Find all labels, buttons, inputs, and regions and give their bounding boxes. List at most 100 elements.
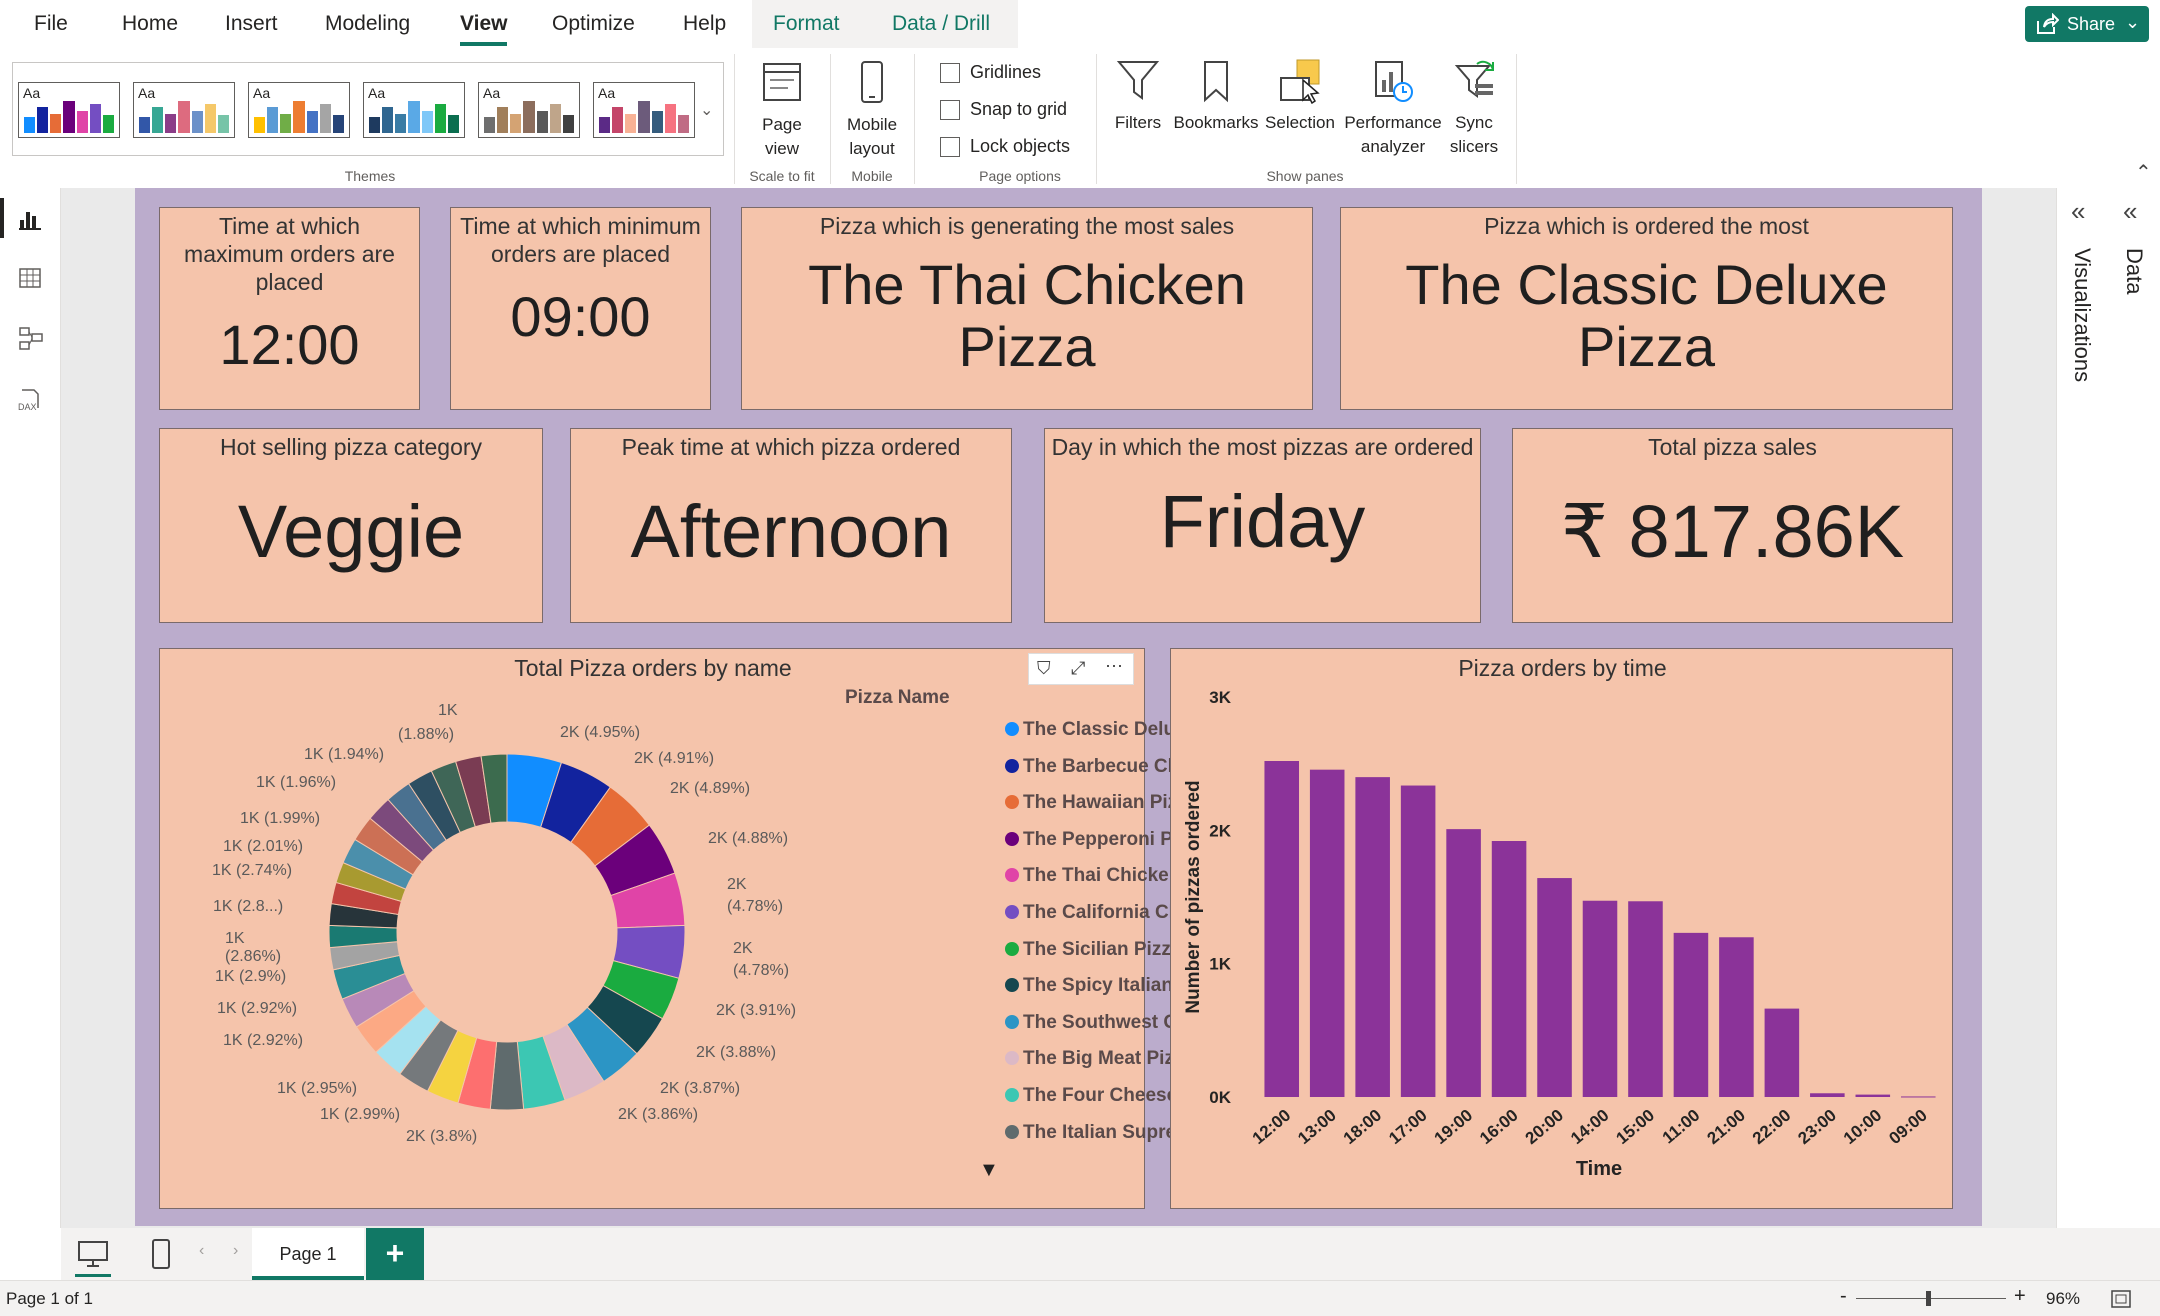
donut-data-label: 2K (4.95%)	[560, 724, 641, 741]
menu-home[interactable]: Home	[122, 12, 178, 36]
scroll-right-icon[interactable]: ›	[233, 1242, 238, 1260]
gridlines-checkbox[interactable]: Gridlines	[940, 62, 1041, 84]
theme-swatch	[536, 110, 548, 133]
card-most-ordered-pizza[interactable]: Pizza which is ordered the most The Clas…	[1340, 207, 1953, 410]
card-total-sales[interactable]: Total pizza sales ₹ 817.86K	[1512, 428, 1953, 623]
menu-file[interactable]: File	[34, 12, 68, 36]
theme-thumbnail[interactable]: Aa	[18, 82, 120, 138]
donut-data-label: 2K	[733, 940, 753, 957]
bar[interactable]	[1764, 1008, 1800, 1097]
page-tab-1[interactable]: Page 1	[252, 1228, 364, 1280]
bar[interactable]	[1309, 769, 1345, 1097]
filters-button[interactable]: Filters	[1110, 58, 1166, 135]
sync-slicers-button[interactable]: Sync slicers	[1446, 58, 1502, 159]
bar[interactable]	[1582, 900, 1618, 1097]
page-view-button[interactable]: Page view	[752, 60, 812, 161]
theme-thumbnail[interactable]: Aa	[248, 82, 350, 138]
menu-optimize[interactable]: Optimize	[552, 12, 635, 36]
data-pane-tab[interactable]: Data	[2121, 248, 2147, 294]
legend-label: The Big Meat Pizza	[1023, 1048, 1195, 1070]
card-title: Total pizza sales	[1648, 434, 1817, 460]
theme-thumbnail[interactable]: Aa	[133, 82, 235, 138]
theme-thumbnail[interactable]: Aa	[593, 82, 695, 138]
card-min-orders-time[interactable]: Time at which minimum orders are placed …	[450, 207, 711, 410]
card-hot-category[interactable]: Hot selling pizza category Veggie	[159, 428, 543, 623]
fit-to-page-icon[interactable]	[2110, 1289, 2132, 1309]
bar[interactable]	[1264, 761, 1300, 1097]
bar[interactable]	[1628, 901, 1663, 1097]
share-button[interactable]: Share ⌄	[2025, 6, 2149, 42]
table-view-icon[interactable]	[18, 266, 42, 290]
bar[interactable]	[1355, 777, 1390, 1097]
collapse-ribbon-icon[interactable]: ⌃	[2135, 160, 2152, 185]
sync-slicers-icon	[1454, 60, 1494, 98]
donut-data-label: 2K (4.91%)	[634, 750, 715, 767]
legend-dot	[1005, 831, 1019, 846]
bar[interactable]	[1673, 932, 1709, 1097]
legend-dot	[1005, 1124, 1019, 1139]
donut-chart-svg	[328, 753, 686, 1111]
mobile-layout-button[interactable]: Mobile layout	[840, 60, 904, 161]
card-most-sales-pizza[interactable]: Pizza which is generating the most sales…	[741, 207, 1313, 410]
card-max-orders-time[interactable]: Time at which maximum orders are placed …	[159, 207, 420, 410]
lock-objects-checkbox[interactable]: Lock objects	[940, 136, 1070, 158]
desktop-layout-icon[interactable]	[77, 1240, 109, 1268]
expand-visualizations-icon[interactable]: «	[2071, 196, 2085, 227]
add-page-button[interactable]: +	[366, 1228, 424, 1280]
visualizations-pane-tab[interactable]: Visualizations	[2069, 248, 2095, 382]
card-value: 12:00	[219, 313, 360, 376]
menu-modeling[interactable]: Modeling	[325, 12, 410, 36]
legend-dot	[1005, 868, 1019, 883]
donut-data-label: 1K (2.92%)	[223, 1032, 304, 1049]
bar[interactable]	[1491, 841, 1527, 1097]
selection-button[interactable]: Selection	[1262, 58, 1338, 135]
gallery-expand-icon[interactable]: ⌄	[700, 100, 713, 120]
donut-data-label: 1K	[225, 930, 245, 947]
theme-swatch	[369, 117, 381, 133]
dax-query-view-icon[interactable]: DAX	[16, 386, 44, 414]
bar-chart-visual[interactable]: Pizza orders by time 0K 1K 2K 3K 12:00 13:00 1…	[1170, 648, 1953, 1209]
donut-data-label: 2K (3.86%)	[618, 1106, 699, 1123]
bar[interactable]	[1537, 878, 1572, 1097]
menu-help[interactable]: Help	[683, 12, 726, 36]
x-tick-label: 22:00	[1749, 1106, 1795, 1149]
bookmarks-button[interactable]: Bookmarks	[1170, 58, 1262, 135]
zoom-slider-thumb[interactable]	[1926, 1291, 1931, 1306]
zoom-slider-track[interactable]	[1856, 1298, 2006, 1299]
zoom-out-button[interactable]: -	[1840, 1285, 1847, 1308]
bar[interactable]	[1810, 1093, 1845, 1097]
card-top-day[interactable]: Day in which the most pizzas are ordered…	[1044, 428, 1481, 623]
bar[interactable]	[1400, 785, 1436, 1097]
legend-scroll-down-icon[interactable]: ▼	[979, 1159, 999, 1182]
card-peak-time[interactable]: Peak time at which pizza ordered Afterno…	[570, 428, 1012, 623]
theme-swatch	[612, 107, 624, 133]
menu-format[interactable]: Format	[773, 12, 840, 36]
legend-item[interactable]: The Big Meat Pizza	[1005, 1048, 1194, 1070]
donut-chart-visual[interactable]: Total Pizza orders by name ⛉ ⤢ ⋯ Pizza N…	[159, 648, 1282, 1209]
theme-thumbnail[interactable]: Aa	[363, 82, 465, 138]
menu-data-drill[interactable]: Data / Drill	[892, 12, 990, 36]
donut-data-label: 1K (2.74%)	[212, 862, 293, 879]
legend-item[interactable]: The Sicilian Pizza	[1005, 939, 1181, 961]
report-view-icon[interactable]	[18, 206, 42, 230]
mobile-layout-icon[interactable]	[151, 1238, 171, 1270]
bar[interactable]	[1855, 1094, 1891, 1097]
x-tick-label: 11:00	[1659, 1106, 1704, 1148]
zoom-in-button[interactable]: +	[2014, 1285, 2026, 1308]
card-title: Hot selling pizza category	[219, 434, 483, 460]
model-view-icon[interactable]	[18, 326, 44, 352]
theme-thumbnail[interactable]: Aa	[478, 82, 580, 138]
bar[interactable]	[1446, 829, 1481, 1097]
menu-insert[interactable]: Insert	[225, 12, 278, 36]
bar[interactable]	[1900, 1096, 1936, 1098]
donut-data-label: 2K (3.91%)	[716, 1002, 797, 1019]
menu-view[interactable]: View	[460, 12, 508, 46]
scroll-left-icon[interactable]: ‹	[199, 1242, 204, 1260]
performance-analyzer-button[interactable]: Performance analyzer	[1338, 58, 1448, 159]
bar[interactable]	[1719, 937, 1754, 1097]
expand-data-icon[interactable]: «	[2123, 196, 2137, 227]
snap-to-grid-checkbox[interactable]: Snap to grid	[940, 99, 1067, 121]
card-title: Day in which the most pizzas are ordered	[1051, 434, 1474, 460]
legend-item[interactable]: The Hawaiian Pizza	[1005, 792, 1197, 814]
donut-data-label: (4.78%)	[727, 898, 784, 915]
